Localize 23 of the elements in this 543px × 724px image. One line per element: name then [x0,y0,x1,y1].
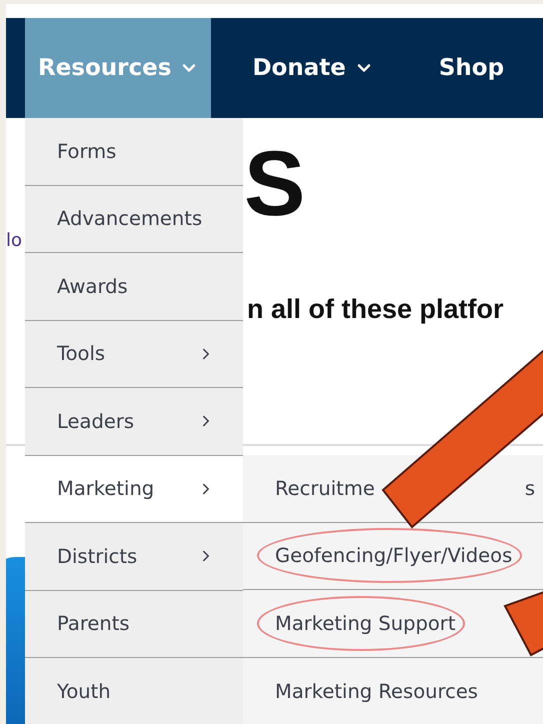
heading-fragment: S [244,136,306,230]
menu-item[interactable]: Leaders [25,388,243,456]
submenu-label: Geofencing/Flyer/Videos [275,544,512,568]
submenu-item[interactable]: Marketing Resources [257,658,486,724]
submenu-label: Marketing Resources [275,680,478,703]
menu-item[interactable]: Marketing [25,456,243,523]
submenu-item[interactable]: Geofencing/Flyer/Videos [257,522,520,589]
menu-item[interactable]: Awards [25,253,243,320]
arrow-annotation [504,588,543,656]
submenu-label: s [524,476,535,500]
nav-tab[interactable]: Donate [239,18,386,118]
menu-item[interactable]: Youth [25,658,243,724]
submenu-item[interactable]: Marketing Support [257,590,464,656]
menu-item[interactable]: Forms [25,118,243,186]
nav-tab[interactable]: Shop [426,18,516,118]
submenu-label: Marketing Support [275,612,456,635]
subheading-fragment: n all of these platfor [247,294,504,326]
menu-item[interactable]: Tools [25,320,243,388]
submenu-item[interactable]: Recruitme s [257,455,543,522]
menu-item[interactable]: Parents [25,590,243,658]
menu-item[interactable]: Advancements [25,186,243,253]
menu-item[interactable]: Districts [25,523,243,590]
submenu-label: Recruitme [275,476,375,500]
